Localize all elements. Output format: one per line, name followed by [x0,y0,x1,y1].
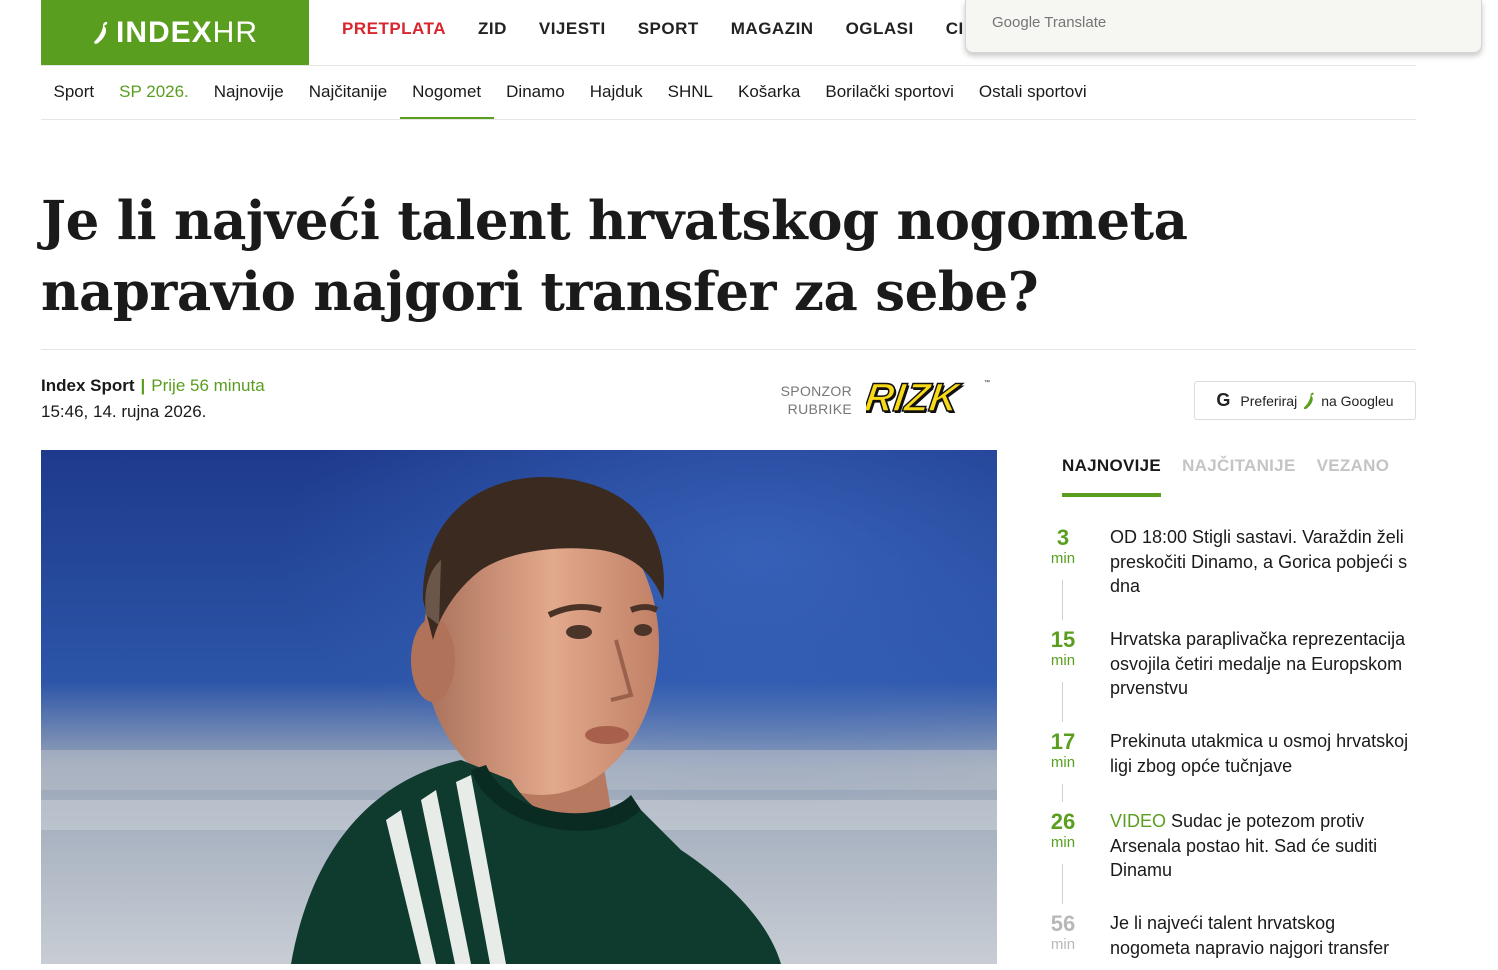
google-preferred-source-button[interactable]: G Preferiraj na Googleu [1194,381,1416,420]
time-badge: 26 min [1040,808,1086,850]
nav-pretplata[interactable]: PRETPLATA [326,19,462,39]
divider [41,349,1416,350]
google-translate-popup[interactable]: Google Translate [965,0,1482,53]
nav-zid[interactable]: ZID [462,19,523,39]
trademark-icon: ™ [984,379,990,386]
news-headline[interactable]: Hrvatska paraplivačka reprezentacija osv… [1110,627,1420,701]
news-headline[interactable]: OD 18:00 Stigli sastavi. Varaždin želi p… [1110,525,1420,599]
subnav-najcitanije[interactable]: Najčitanije [296,66,399,119]
sidebar-tabs: NAJNOVIJE NAJČITANIJE VEZANO [1062,448,1410,497]
time-unit: min [1050,754,1076,771]
sponsor-rizk-logo[interactable]: RIZK RIZK ™ [866,377,998,421]
sponsor-label: SPONZOR RUBRIKE [760,382,852,418]
news-headline[interactable]: Prekinuta utakmica u osmoj hrvatskoj lig… [1110,729,1420,778]
time-unit: min [1050,652,1076,669]
news-text: Je li najveći talent hrvatskog nogometa … [1110,913,1390,958]
google-pref-text-before: Preferiraj [1240,392,1298,409]
time-unit: min [1050,834,1076,851]
latest-news-list: 3 min OD 18:00 Stigli sastavi. Varaždin … [1040,524,1420,970]
news-text: OD 18:00 Stigli sastavi. Varaždin želi p… [1110,527,1408,596]
chili-icon [94,21,108,44]
time-badge: 3 min [1040,524,1086,566]
main-nav: PRETPLATA ZID VIJESTI SPORT MAGAZIN OGLA… [326,0,980,57]
subnav-dinamo[interactable]: Dinamo [494,66,578,119]
tab-najnovije[interactable]: NAJNOVIJE [1062,448,1162,497]
time-badge: 15 min [1040,626,1086,668]
sub-nav: Sport SP 2026. Najnovije Najčitanije Nog… [41,66,1099,120]
time-badge: 56 min [1040,910,1086,952]
article-title: Je li najveći talent hrvatskog nogometa … [41,190,1188,323]
news-headline[interactable]: Je li najveći talent hrvatskog nogometa … [1110,911,1420,960]
time-number: 56 [1050,911,1076,936]
timeline-line [1062,784,1063,802]
sponsor-label-line2: RUBRIKE [787,401,852,417]
subnav-ostali-sportovi[interactable]: Ostali sportovi [966,66,1099,119]
nav-magazin[interactable]: MAGAZIN [715,19,830,39]
article-meta: Index Sport | Prije 56 minuta [41,376,265,396]
logo-text: INDEX [115,15,213,49]
article-main-photo[interactable] [41,450,997,964]
time-number: 17 [1050,729,1076,754]
news-text: Prekinuta utakmica u osmoj hrvatskoj lig… [1110,731,1409,776]
video-tag: VIDEO [1110,811,1167,831]
sponsor-label-line1: SPONZOR [780,383,852,399]
google-translate-label: Google Translate [992,14,1107,31]
article-time-ago: Prije 56 minuta [151,376,265,395]
divider [41,119,1416,120]
subnav-sp-2026[interactable]: SP 2026. [107,66,202,119]
timeline-line [1062,864,1063,904]
list-item[interactable]: 3 min OD 18:00 Stigli sastavi. Varaždin … [1040,524,1420,626]
time-number: 15 [1050,627,1076,652]
subnav-kosarka[interactable]: Košarka [726,66,813,119]
time-unit: min [1050,936,1076,953]
subnav-borilacki-sportovi[interactable]: Borilački sportovi [813,66,967,119]
google-pref-text-after: na Googleu [1321,392,1394,409]
list-item[interactable]: 56 min Je li najveći talent hrvatskog no… [1040,910,1420,970]
time-badge: 17 min [1040,728,1086,770]
meta-separator: | [140,376,146,395]
nav-vijesti[interactable]: VIJESTI [523,19,622,39]
list-item[interactable]: 15 min Hrvatska paraplivačka reprezentac… [1040,626,1420,728]
time-number: 26 [1050,809,1076,834]
list-item[interactable]: 17 min Prekinuta utakmica u osmoj hrvats… [1040,728,1420,808]
chili-icon [1304,392,1314,409]
news-text: Hrvatska paraplivačka reprezentacija osv… [1110,629,1406,698]
rizk-logo-text: RIZK [866,377,965,420]
article-author[interactable]: Index Sport [41,376,135,395]
nav-oglasi[interactable]: OGLASI [830,19,930,39]
list-item[interactable]: 26 min VIDEO Sudac je potezom protiv Ars… [1040,808,1420,910]
tab-vezano[interactable]: VEZANO [1317,448,1390,482]
news-headline[interactable]: VIDEO Sudac je potezom protiv Arsenala p… [1110,809,1420,883]
nav-sport[interactable]: SPORT [622,19,715,39]
logo-suffix: HR [212,15,259,49]
tab-najcitanije[interactable]: NAJČITANIJE [1182,448,1296,482]
subnav-sport[interactable]: Sport [41,66,107,119]
subnav-nogomet[interactable]: Nogomet [399,66,494,120]
subnav-najnovije[interactable]: Najnovije [201,66,296,119]
site-logo[interactable]: INDEX HR [41,0,309,65]
subnav-shnl[interactable]: SHNL [655,66,725,119]
timeline-line [1062,580,1063,620]
google-g-icon: G [1216,390,1231,410]
player-photo-illustration [41,450,997,964]
time-number: 3 [1056,525,1070,550]
article-date: 15:46, 14. rujna 2026. [41,402,207,421]
subnav-hajduk[interactable]: Hajduk [577,66,655,119]
timeline-line [1062,682,1063,722]
time-unit: min [1050,550,1076,567]
